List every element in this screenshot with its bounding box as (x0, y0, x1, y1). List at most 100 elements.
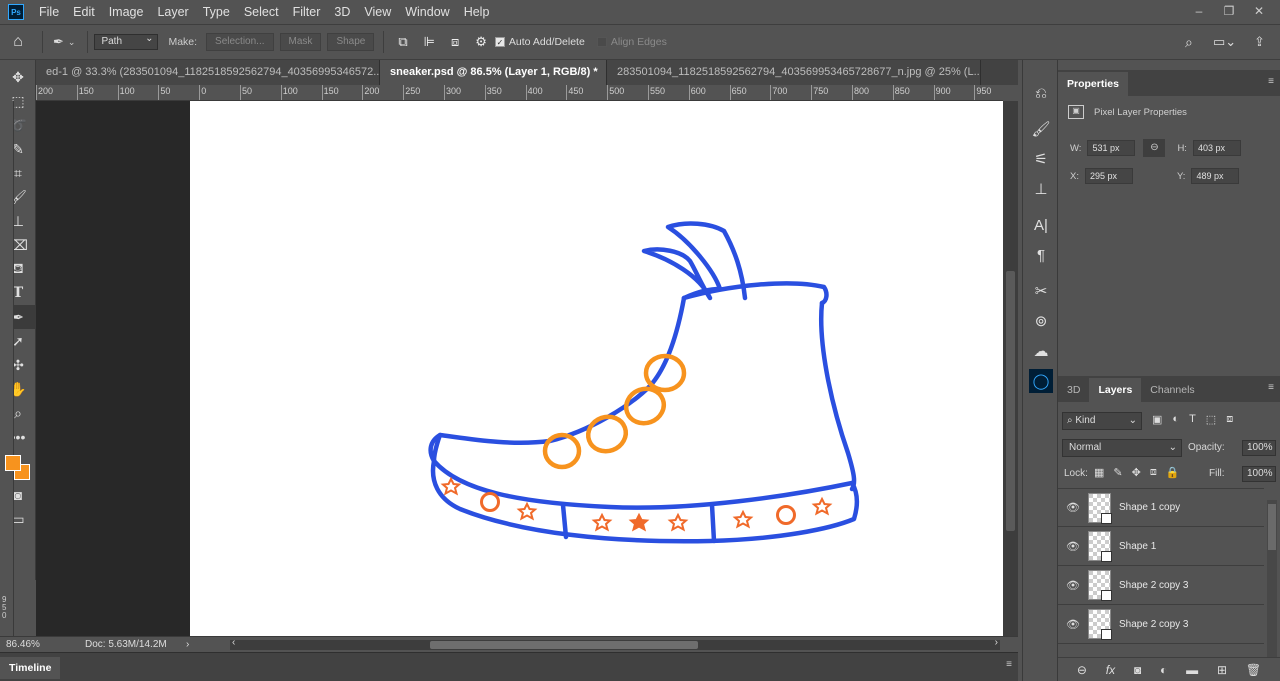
foreground-color-swatch[interactable] (5, 455, 21, 471)
character-icon[interactable]: A| (1023, 210, 1059, 240)
path-alignment-icon[interactable]: ⊫ (424, 34, 435, 50)
menu-select[interactable]: Select (237, 0, 286, 24)
menu-edit[interactable]: Edit (66, 0, 102, 24)
clone-source-icon[interactable]: ⊥ (1023, 174, 1059, 204)
layer-row[interactable]: 👁 Shape 1 (1058, 527, 1264, 566)
width-field[interactable]: 531 px (1087, 140, 1136, 156)
pixel-filter-icon[interactable]: ▣ (1152, 413, 1162, 426)
layers-scrollbar[interactable] (1267, 500, 1277, 660)
make-shape-button[interactable]: Shape (327, 33, 375, 51)
path-mode-select[interactable]: Path (94, 32, 159, 50)
menu-window[interactable]: Window (398, 0, 456, 24)
restore-button[interactable]: ❐ (1214, 4, 1244, 18)
path-arrangement-icon[interactable]: ⧈ (451, 34, 459, 50)
panel-menu-icon[interactable]: ≡ (1268, 76, 1274, 87)
menu-view[interactable]: View (357, 0, 398, 24)
canvas-area[interactable] (36, 101, 1003, 636)
document-tab-untitled[interactable]: ed-1 @ 33.3% (283501094_1182518592562794… (36, 60, 380, 85)
scroll-left-icon[interactable]: ‹ (232, 637, 235, 648)
menu-help[interactable]: Help (457, 0, 497, 24)
menu-image[interactable]: Image (102, 0, 151, 24)
workspace-icon[interactable]: ▭⌄ (1213, 34, 1236, 50)
visibility-eye-icon[interactable]: 👁 (1058, 579, 1088, 592)
menu-type[interactable]: Type (196, 0, 237, 24)
layer-row[interactable]: 👁 Shape 2 copy 3 (1058, 605, 1264, 644)
tab-timeline[interactable]: Timeline (0, 657, 61, 679)
home-icon[interactable]: ⌂ (0, 33, 36, 51)
move-tool-icon[interactable]: ✥ (0, 65, 36, 89)
new-group-icon[interactable]: ▬ (1186, 663, 1198, 677)
zoom-level[interactable]: 86.46% (6, 639, 61, 650)
layer-name[interactable]: Shape 1 copy (1119, 502, 1180, 513)
canvas-horizontal-scrollbar[interactable]: ‹ › (230, 637, 1000, 650)
lock-artboard-icon[interactable]: ⧈ (1150, 466, 1157, 479)
trash-icon[interactable]: 🗑 (1246, 663, 1261, 677)
layer-style-icon[interactable]: fx (1106, 663, 1115, 677)
gear-icon[interactable]: ⚙ (475, 34, 487, 50)
menu-file[interactable]: File (32, 0, 66, 24)
scroll-right-icon[interactable]: › (995, 637, 998, 648)
history-icon[interactable]: ⎌ (1023, 78, 1059, 108)
brushes-icon[interactable]: 🖌 (1023, 114, 1059, 144)
search-icon[interactable]: ⌕ (1185, 34, 1193, 51)
shape-filter-icon[interactable]: ⬚ (1206, 413, 1216, 426)
color-wheel-icon[interactable]: ◯ (1029, 369, 1053, 393)
layer-name[interactable]: Shape 2 copy 3 (1119, 619, 1189, 630)
adjustment-layer-icon[interactable]: ◐ (1160, 663, 1167, 677)
layer-filter-select[interactable]: ⌕ Kind ⌄ (1062, 412, 1142, 430)
close-button[interactable]: ✕ (1244, 4, 1274, 18)
paragraph-icon[interactable]: ¶ (1023, 240, 1059, 270)
add-mask-icon[interactable]: ◙ (1134, 663, 1141, 677)
scrollbar-thumb[interactable] (1268, 504, 1276, 550)
tab-3d[interactable]: 3D (1058, 378, 1089, 402)
visibility-eye-icon[interactable]: 👁 (1058, 540, 1088, 553)
new-layer-icon[interactable]: ⊞ (1217, 663, 1227, 677)
adjustments-icon[interactable]: ⚟ (1023, 144, 1059, 174)
lock-transparent-icon[interactable]: ▦ (1094, 466, 1104, 479)
navigator-icon[interactable]: ⊚ (1023, 306, 1059, 336)
auto-add-delete-checkbox[interactable]: ✓ (494, 37, 505, 47)
tab-channels[interactable]: Channels (1141, 378, 1203, 402)
layer-name[interactable]: Shape 1 (1119, 541, 1156, 552)
opacity-field[interactable]: 100% (1242, 440, 1276, 456)
scrollbar-thumb[interactable] (430, 641, 698, 649)
share-icon[interactable]: ⇪ (1254, 34, 1265, 50)
layer-name[interactable]: Shape 2 copy 3 (1119, 580, 1189, 591)
align-edges-checkbox[interactable] (596, 37, 607, 47)
minimize-button[interactable]: – (1184, 4, 1214, 18)
smart-object-filter-icon[interactable]: ⧈ (1226, 413, 1233, 426)
menu-3d[interactable]: 3D (327, 0, 357, 24)
visibility-eye-icon[interactable]: 👁 (1058, 618, 1088, 631)
tab-properties[interactable]: Properties (1058, 72, 1128, 96)
lock-position-icon[interactable]: ✥ (1132, 466, 1141, 479)
link-icon[interactable]: ⊖ (1143, 139, 1166, 157)
lock-pixels-icon[interactable]: ✎ (1113, 466, 1122, 479)
libraries-icon[interactable]: ☁ (1023, 336, 1059, 366)
chevron-down-icon[interactable]: ⌄ (68, 37, 76, 48)
type-filter-icon[interactable]: T (1189, 413, 1196, 426)
blend-mode-select[interactable]: Normal ⌄ (1062, 439, 1182, 457)
link-layers-icon[interactable]: ⊖ (1077, 663, 1087, 677)
panel-menu-icon[interactable]: ≡ (1006, 659, 1012, 670)
document-canvas[interactable] (190, 101, 1003, 636)
layer-row[interactable]: 👁 Shape 1 copy (1058, 488, 1264, 527)
tab-layers[interactable]: Layers (1089, 378, 1142, 402)
tools-presets-icon[interactable]: ✂ (1023, 276, 1059, 306)
x-field[interactable]: 295 px (1084, 168, 1133, 184)
make-mask-button[interactable]: Mask (279, 33, 322, 51)
visibility-eye-icon[interactable]: 👁 (1058, 501, 1088, 514)
path-operations-icon[interactable]: ⧉ (398, 34, 407, 50)
scrollbar-thumb[interactable] (1006, 271, 1015, 531)
menu-layer[interactable]: Layer (150, 0, 195, 24)
pen-tool-preset-icon[interactable]: ✒ (53, 34, 64, 50)
document-tab-sneaker[interactable]: sneaker.psd @ 86.5% (Layer 1, RGB/8) * × (380, 60, 607, 85)
lock-all-icon[interactable]: 🔒 (1166, 466, 1180, 479)
y-field[interactable]: 489 px (1191, 168, 1240, 184)
fill-field[interactable]: 100% (1242, 466, 1276, 482)
layer-row[interactable]: 👁 Shape 2 copy 3 (1058, 566, 1264, 605)
document-tab-jpg[interactable]: 283501094_1182518592562794_4035699534657… (607, 60, 981, 85)
height-field[interactable]: 403 px (1192, 140, 1241, 156)
menu-filter[interactable]: Filter (286, 0, 328, 24)
make-selection-button[interactable]: Selection... (206, 33, 274, 51)
panel-menu-icon[interactable]: ≡ (1268, 382, 1274, 393)
